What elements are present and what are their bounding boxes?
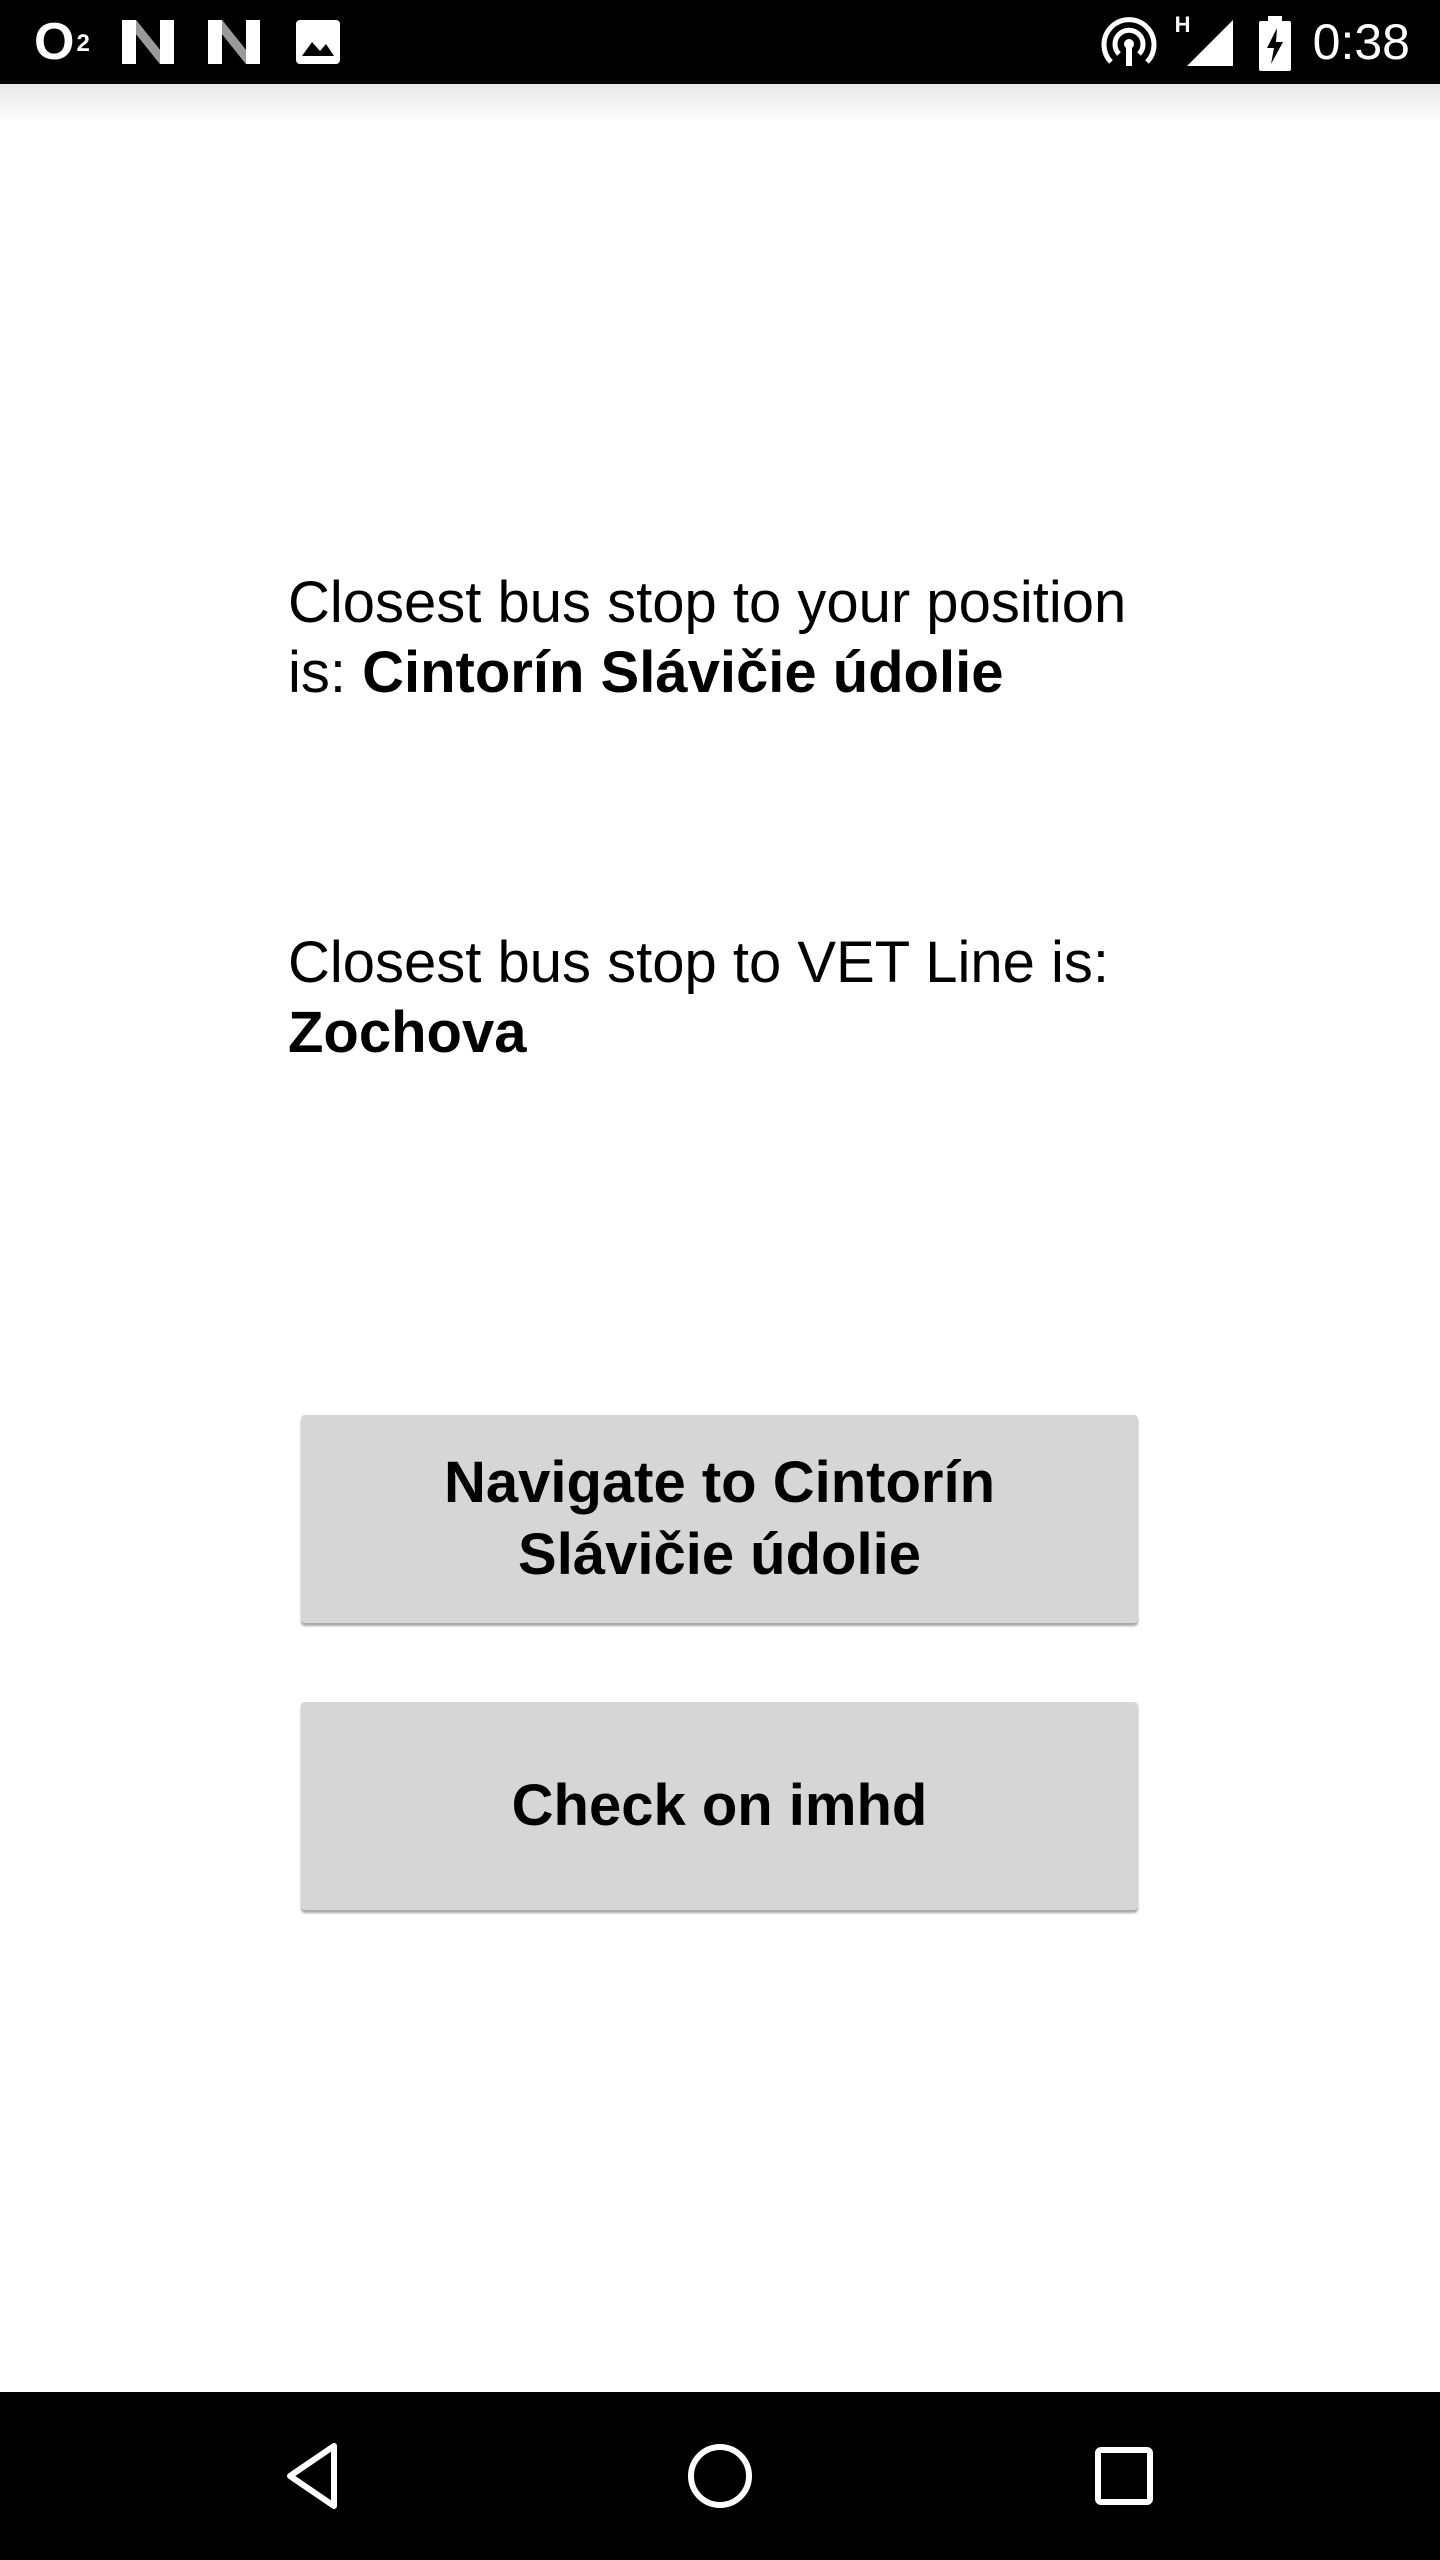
closest-stop-position-name: Cintorín Slávičie údolie (362, 640, 1004, 705)
app-screen: O2 H 0:38 Closest bus stop to your posit… (0, 0, 1440, 2560)
navigate-button[interactable]: Navigate to Cintorín Slávičie údolie (301, 1415, 1138, 1623)
back-icon[interactable] (266, 2426, 366, 2526)
recents-icon[interactable] (1074, 2426, 1174, 2526)
closest-stop-position-text: Closest bus stop to your position is: Ci… (288, 568, 1188, 708)
closest-stop-vet-text: Closest bus stop to VET Line is: Zochova (288, 928, 1188, 1068)
carrier-sub-label: 2 (76, 30, 90, 57)
carrier-label: O (34, 13, 75, 71)
status-bar-shadow (0, 84, 1440, 124)
status-left-group: O2 (34, 14, 348, 70)
notification-n-icon (120, 16, 176, 68)
signal-icon: H (1175, 12, 1237, 68)
notification-n-icon (206, 16, 262, 68)
closest-stop-vet-prefix: Closest bus stop to VET Line is: (288, 930, 1110, 995)
navigation-bar (0, 2392, 1440, 2560)
status-bar: O2 H 0:38 (0, 0, 1440, 84)
image-icon (292, 16, 348, 68)
status-time: 0:38 (1312, 14, 1410, 70)
status-right-group: H 0:38 (1101, 12, 1410, 71)
hotspot-icon (1101, 16, 1157, 68)
battery-charging-icon (1255, 16, 1295, 71)
closest-stop-vet-name: Zochova (288, 1000, 527, 1065)
carrier-o2-icon: O2 (34, 16, 90, 68)
check-imhd-button[interactable]: Check on imhd (301, 1702, 1138, 1910)
home-icon[interactable] (670, 2426, 770, 2526)
